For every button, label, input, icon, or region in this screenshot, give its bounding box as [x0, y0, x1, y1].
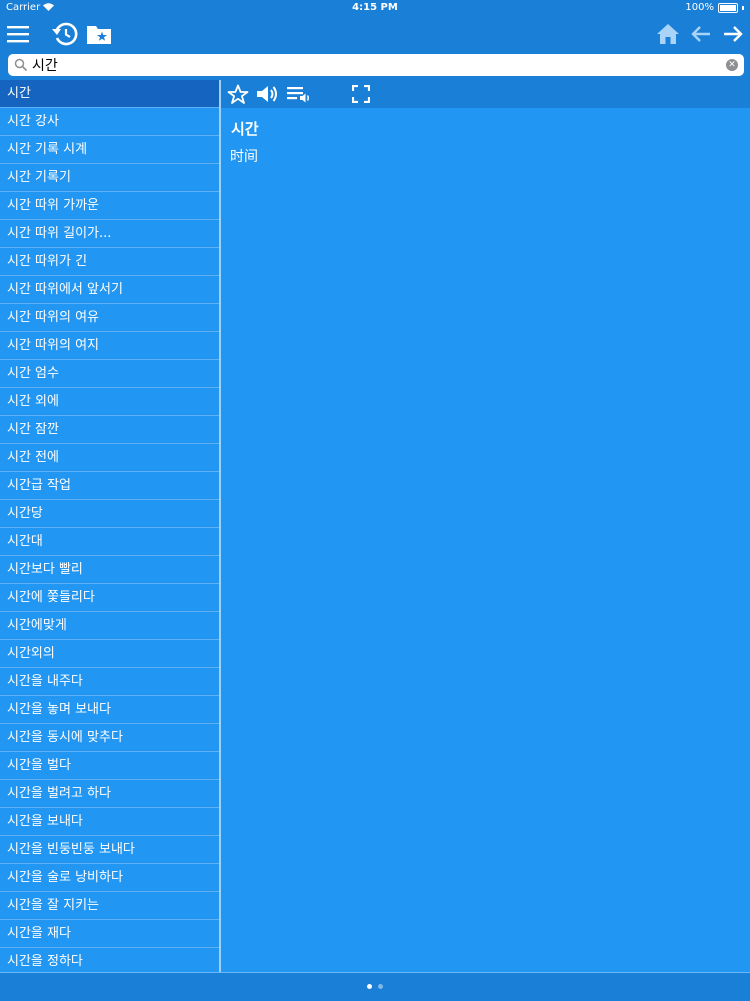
list-item[interactable]: 시간을 놓며 보내다 [0, 696, 219, 724]
top-toolbar [0, 16, 750, 52]
list-item[interactable]: 시간 따위의 여지 [0, 332, 219, 360]
list-item[interactable]: 시간 따위 가까운 [0, 192, 219, 220]
pane-divider [219, 80, 221, 972]
bottom-bar [0, 972, 750, 1001]
battery-icon [718, 2, 738, 13]
list-item[interactable]: 시간에맞게 [0, 612, 219, 640]
search-field[interactable]: 시간 ✕ [8, 54, 744, 76]
list-item[interactable]: 시간을 잘 지키는 [0, 892, 219, 920]
battery-indicator: 100% [685, 2, 744, 13]
status-time: 4:15 PM [352, 2, 398, 13]
status-bar: Carrier 4:15 PM 100% [0, 0, 750, 16]
list-item[interactable]: 시간을 빈둥빈둥 보내다 [0, 836, 219, 864]
list-item[interactable]: 시간을 내주다 [0, 668, 219, 696]
back-arrow-icon[interactable] [686, 20, 716, 48]
page-dot[interactable] [378, 984, 383, 989]
list-item[interactable]: 시간 따위가 긴 [0, 248, 219, 276]
list-item[interactable]: 시간외의 [0, 640, 219, 668]
list-item[interactable]: 시간당 [0, 500, 219, 528]
list-item[interactable]: 시간을 술로 낭비하다 [0, 864, 219, 892]
list-item[interactable]: 시간을 보내다 [0, 808, 219, 836]
star-icon[interactable] [225, 82, 251, 106]
list-item[interactable]: 시간 잠깐 [0, 416, 219, 444]
list-item[interactable]: 시간 따위 길이가... [0, 220, 219, 248]
word-list: 시간 시간 강사 시간 기록 시계 시간 기록기 시간 따위 가까운 시간 따위 길이가.… [0, 80, 219, 972]
home-icon[interactable] [653, 20, 683, 48]
list-item[interactable]: 시간 기록기 [0, 164, 219, 192]
list-item[interactable]: 시간 전에 [0, 444, 219, 472]
speaker-icon[interactable] [254, 82, 280, 106]
list-item[interactable]: 시간 따위의 여유 [0, 304, 219, 332]
fullscreen-icon[interactable] [348, 82, 374, 106]
history-icon[interactable] [50, 20, 80, 48]
list-item[interactable]: 시간을 벌다 [0, 752, 219, 780]
list-item[interactable]: 시간보다 빨리 [0, 556, 219, 584]
list-item[interactable]: 시간을 벌려고 하다 [0, 780, 219, 808]
list-item[interactable]: 시간을 재다 [0, 920, 219, 948]
battery-percent: 100% [685, 2, 714, 13]
search-icon [14, 58, 28, 72]
search-area: 시간 ✕ [0, 52, 750, 80]
page-indicator[interactable] [0, 984, 750, 989]
list-item[interactable]: 시간대 [0, 528, 219, 556]
list-item[interactable]: 시간을 동시에 맞추다 [0, 724, 219, 752]
entry-translation: 时间 [230, 149, 258, 165]
list-item[interactable]: 시간 따위에서 앞서기 [0, 276, 219, 304]
detail-toolbar [221, 80, 750, 108]
menu-icon[interactable] [3, 20, 33, 48]
playlist-audio-icon[interactable] [286, 82, 312, 106]
list-item[interactable]: 시간을 정하다 [0, 948, 219, 972]
list-item[interactable]: 시간급 작업 [0, 472, 219, 500]
page-dot[interactable] [367, 984, 372, 989]
list-item[interactable]: 시간 강사 [0, 108, 219, 136]
entry-word: 시간 [231, 120, 259, 138]
forward-arrow-icon[interactable] [718, 20, 748, 48]
clear-search-icon[interactable]: ✕ [726, 59, 738, 71]
list-item-selected[interactable]: 시간 [0, 80, 219, 108]
list-item[interactable]: 시간 엄수 [0, 360, 219, 388]
list-item[interactable]: 시간에 쫓들리다 [0, 584, 219, 612]
search-input[interactable]: 시간 [32, 55, 58, 75]
list-item[interactable]: 시간 기록 시계 [0, 136, 219, 164]
favorites-folder-icon[interactable] [84, 20, 114, 48]
list-item[interactable]: 시간 외에 [0, 388, 219, 416]
